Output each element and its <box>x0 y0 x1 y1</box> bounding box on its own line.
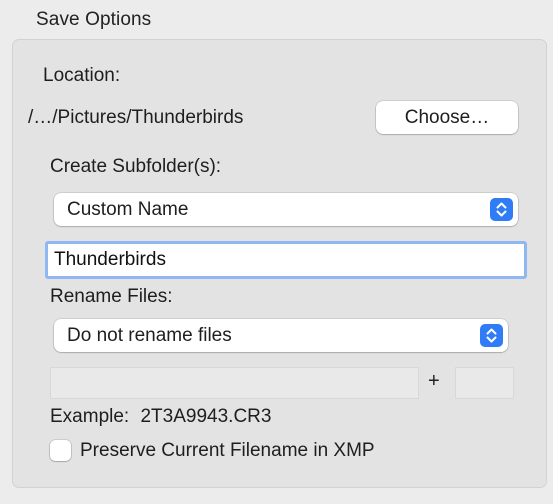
choose-button[interactable]: Choose… <box>376 101 518 134</box>
subfolder-name-field[interactable] <box>45 241 527 279</box>
location-label: Location: <box>43 65 121 86</box>
rename-text-field-disabled[interactable] <box>50 367 419 399</box>
example-text: Example: 2T3A9943.CR3 <box>50 406 271 428</box>
rename-number-field-disabled[interactable] <box>455 367 514 399</box>
plus-label: + <box>428 370 440 392</box>
group-title: Save Options <box>36 9 152 30</box>
chevron-up-down-icon <box>490 198 513 221</box>
create-subfolder-label: Create Subfolder(s): <box>50 156 222 177</box>
location-path: /…/Pictures/Thunderbirds <box>28 107 244 128</box>
subfolder-popup[interactable]: Custom Name <box>54 193 518 226</box>
preserve-filename-checkbox[interactable] <box>50 440 71 461</box>
chevron-up-down-icon <box>480 324 503 347</box>
rename-popup[interactable]: Do not rename files <box>54 319 508 352</box>
example-filename: 2T3A9943.CR3 <box>140 406 272 427</box>
save-options-window: Save Options Location: /…/Pictures/Thund… <box>0 0 553 504</box>
example-prefix: Example: <box>50 406 130 427</box>
subfolder-popup-value: Custom Name <box>67 199 189 220</box>
rename-popup-value: Do not rename files <box>67 325 232 346</box>
preserve-filename-label[interactable]: Preserve Current Filename in XMP <box>80 440 375 462</box>
rename-files-label: Rename Files: <box>50 286 173 307</box>
